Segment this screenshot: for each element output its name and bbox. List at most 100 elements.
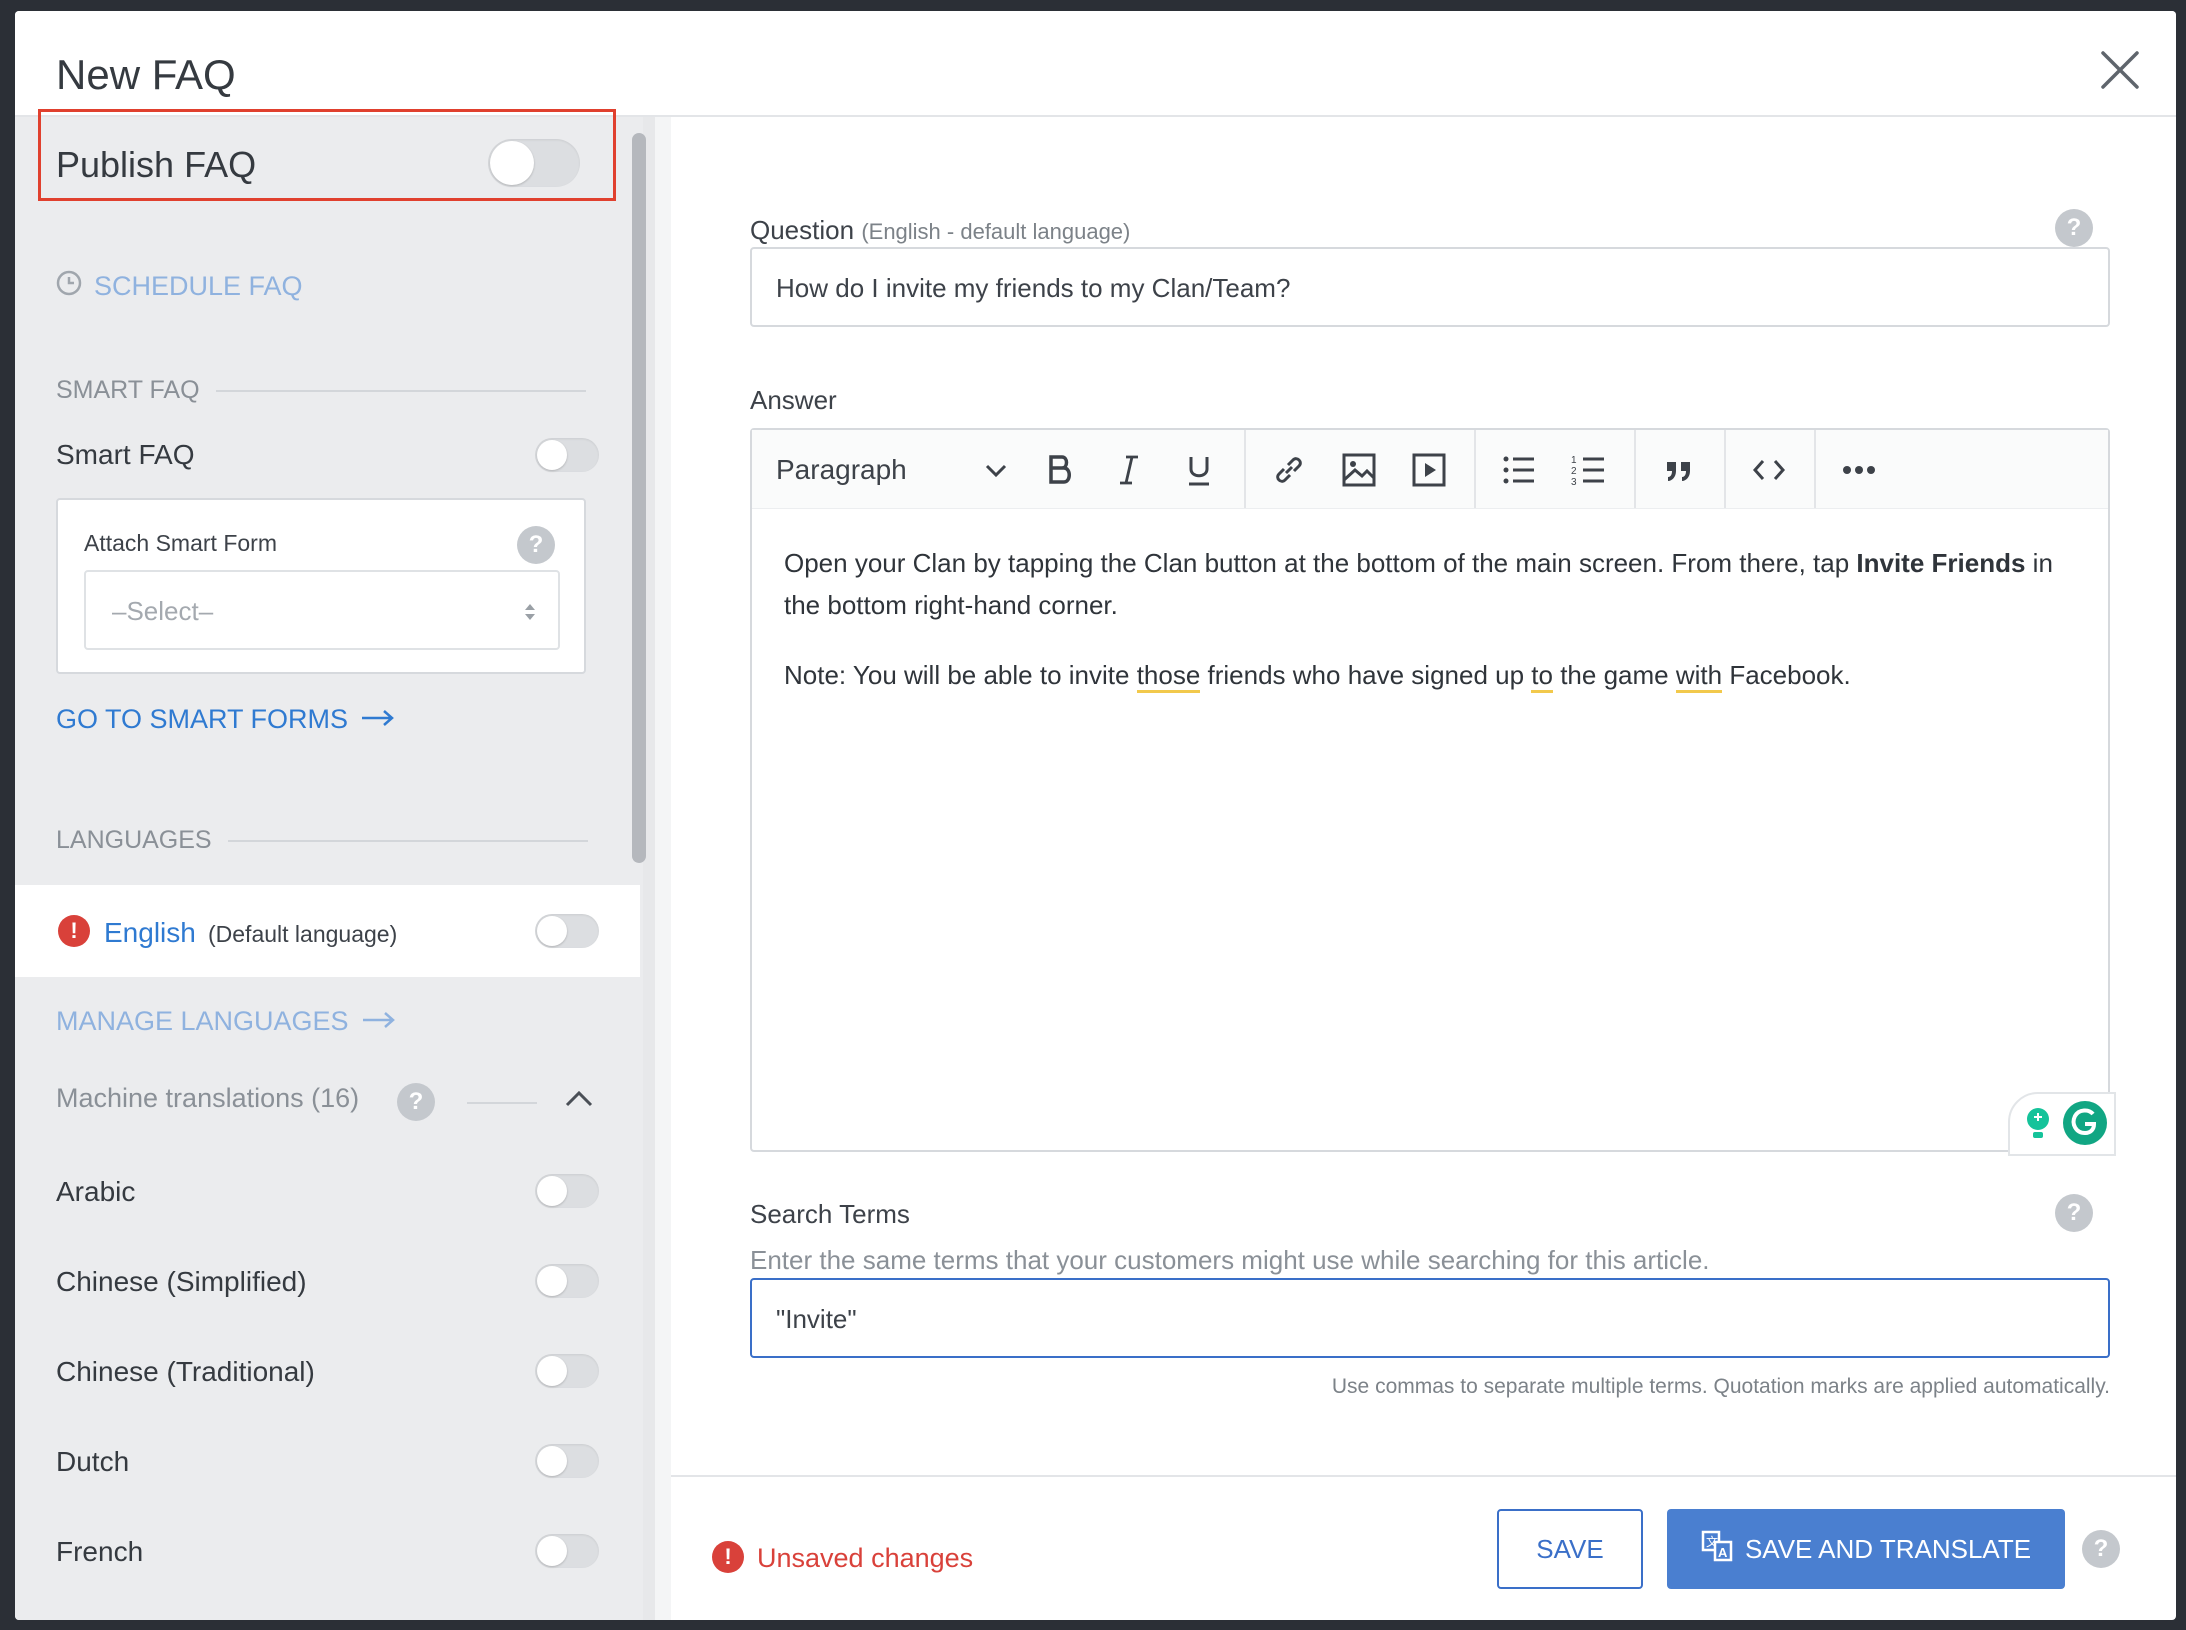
go-to-smart-forms-link[interactable]: GO TO SMART FORMS xyxy=(56,704,396,735)
question-language-note: (English - default language) xyxy=(861,219,1131,244)
footer-divider xyxy=(671,1475,2176,1477)
error-icon: ! xyxy=(712,1541,744,1573)
search-terms-label: Search Terms xyxy=(750,1199,910,1229)
search-terms-help: Enter the same terms that your customers… xyxy=(750,1245,1710,1275)
clock-icon xyxy=(56,270,82,303)
chevron-up-icon[interactable] xyxy=(563,1087,595,1116)
grammarly-icon[interactable] xyxy=(2062,1100,2108,1151)
sidebar xyxy=(15,117,655,1620)
manage-languages-label: MANAGE LANGUAGES xyxy=(56,1006,349,1036)
close-icon[interactable] xyxy=(2095,45,2145,95)
language-arabic-toggle[interactable] xyxy=(535,1174,599,1208)
machine-translations-label: Machine translations (16) xyxy=(56,1083,360,1113)
language-dutch-label: Dutch xyxy=(56,1446,130,1477)
toolbar-separator xyxy=(1814,430,1816,508)
answer-content[interactable]: Open your Clan by tapping the Clan butto… xyxy=(784,542,2084,724)
language-french-label: French xyxy=(56,1536,144,1567)
arrow-right-icon xyxy=(360,704,396,735)
numbered-list-icon[interactable]: 123 xyxy=(1569,450,1609,490)
help-icon[interactable]: ? xyxy=(517,526,555,564)
help-icon[interactable]: ? xyxy=(2055,1194,2093,1232)
underline-icon[interactable] xyxy=(1179,450,1219,490)
grammarly-widget[interactable] xyxy=(2008,1092,2116,1156)
code-icon[interactable] xyxy=(1749,450,1789,490)
bold-icon[interactable] xyxy=(1040,450,1080,490)
smart-form-select[interactable]: –Select– xyxy=(84,570,560,650)
toolbar-separator xyxy=(1474,430,1476,508)
help-icon[interactable]: ? xyxy=(2082,1530,2120,1568)
translate-icon: 文A xyxy=(1701,1530,1733,1569)
schedule-faq-link[interactable]: SCHEDULE FAQ xyxy=(56,270,303,303)
attach-smart-form-panel: Attach Smart Form ? –Select– xyxy=(56,498,586,674)
unsaved-changes-status: Unsaved changes xyxy=(757,1543,974,1573)
bullet-list-icon[interactable] xyxy=(1499,450,1539,490)
search-terms-hint: Use commas to separate multiple terms. Q… xyxy=(1331,1375,2110,1398)
smart-faq-section-label: SMART FAQ xyxy=(56,376,200,404)
language-arabic-label: Arabic xyxy=(56,1176,136,1207)
language-dutch-toggle[interactable] xyxy=(535,1444,599,1478)
video-icon[interactable] xyxy=(1409,450,1449,490)
smart-faq-toggle[interactable] xyxy=(535,438,599,472)
answer-text: friends who have signed up xyxy=(1200,660,1532,690)
answer-text: Note: You will be able to invite xyxy=(784,660,1137,690)
default-language-link[interactable]: English xyxy=(104,917,196,949)
help-icon[interactable]: ? xyxy=(2055,209,2093,247)
link-icon[interactable] xyxy=(1269,450,1309,490)
blockquote-icon[interactable] xyxy=(1659,450,1699,490)
save-button[interactable]: SAVE xyxy=(1497,1509,1643,1589)
languages-section-label: LANGUAGES xyxy=(56,826,212,854)
language-chinese-simplified-label: Chinese (Simplified) xyxy=(56,1266,307,1297)
italic-icon[interactable] xyxy=(1109,450,1149,490)
go-to-smart-forms-label: GO TO SMART FORMS xyxy=(56,704,349,734)
answer-editor[interactable]: Paragraph 1 2 3 Open your Clan by tappin… xyxy=(750,428,2116,1156)
manage-languages-link[interactable]: MANAGE LANGUAGES xyxy=(56,1006,397,1037)
english-toggle[interactable] xyxy=(535,914,599,948)
arrow-right-icon xyxy=(361,1006,397,1037)
languages-section-heading: LANGUAGES xyxy=(56,826,588,855)
svg-text:3: 3 xyxy=(1571,477,1577,488)
modal-header: New FAQ xyxy=(15,11,2176,117)
answer-paragraph-1: Open your Clan by tapping the Clan butto… xyxy=(784,542,2084,626)
more-options-icon[interactable] xyxy=(1839,450,1879,490)
attach-smart-form-label: Attach Smart Form xyxy=(84,530,277,556)
language-chinese-simplified-toggle[interactable] xyxy=(535,1264,599,1298)
select-arrows-icon xyxy=(522,600,538,631)
answer-text: the game xyxy=(1552,660,1676,690)
toolbar-separator xyxy=(1244,430,1246,508)
answer-label: Answer xyxy=(750,385,837,415)
question-input[interactable]: How do I invite my friends to my Clan/Te… xyxy=(750,247,2110,327)
grammar-suggestion[interactable]: with xyxy=(1675,660,1723,693)
language-french-toggle[interactable] xyxy=(535,1534,599,1568)
section-rule xyxy=(215,389,586,392)
grammar-suggestion[interactable]: those xyxy=(1136,660,1201,693)
smart-faq-section-heading: SMART FAQ xyxy=(56,376,586,405)
sidebar-scrollbar[interactable] xyxy=(632,133,646,863)
smart-faq-label: Smart FAQ xyxy=(56,439,195,470)
sidebar-divider xyxy=(655,117,671,1620)
modal-title: New FAQ xyxy=(56,51,236,98)
section-rule xyxy=(467,1102,537,1104)
chevron-down-icon[interactable] xyxy=(982,456,1010,489)
image-icon[interactable] xyxy=(1339,450,1379,490)
svg-text:1: 1 xyxy=(1571,455,1577,466)
help-icon[interactable]: ? xyxy=(397,1083,435,1121)
toolbar-separator xyxy=(1634,430,1636,508)
bulb-icon[interactable] xyxy=(2022,1106,2054,1147)
language-row-default[interactable]: ! English (Default language) xyxy=(15,885,640,977)
block-style-select[interactable]: Paragraph xyxy=(776,454,907,486)
save-and-translate-label: SAVE AND TRANSLATE xyxy=(1744,1533,2032,1564)
save-and-translate-button[interactable]: 文A SAVE AND TRANSLATE xyxy=(1667,1509,2065,1589)
answer-text: Open your Clan by tapping the Clan butto… xyxy=(784,548,1857,578)
smart-form-select-value: –Select– xyxy=(112,596,214,626)
publish-faq-toggle[interactable] xyxy=(488,139,580,187)
language-chinese-traditional-toggle[interactable] xyxy=(535,1354,599,1388)
search-terms-input[interactable]: "Invite" xyxy=(750,1278,2110,1358)
grammar-suggestion[interactable]: to xyxy=(1531,660,1553,693)
question-label-text: Question xyxy=(750,215,855,245)
publish-faq-label: Publish FAQ xyxy=(56,144,257,185)
answer-text: Facebook. xyxy=(1722,660,1851,690)
error-icon: ! xyxy=(58,915,90,947)
question-label: Question (English - default language) xyxy=(750,215,1130,246)
language-chinese-traditional-label: Chinese (Traditional) xyxy=(56,1356,315,1387)
new-faq-modal: New FAQ Publish FAQ SCHEDULE FAQ SMART F… xyxy=(15,11,2176,1620)
